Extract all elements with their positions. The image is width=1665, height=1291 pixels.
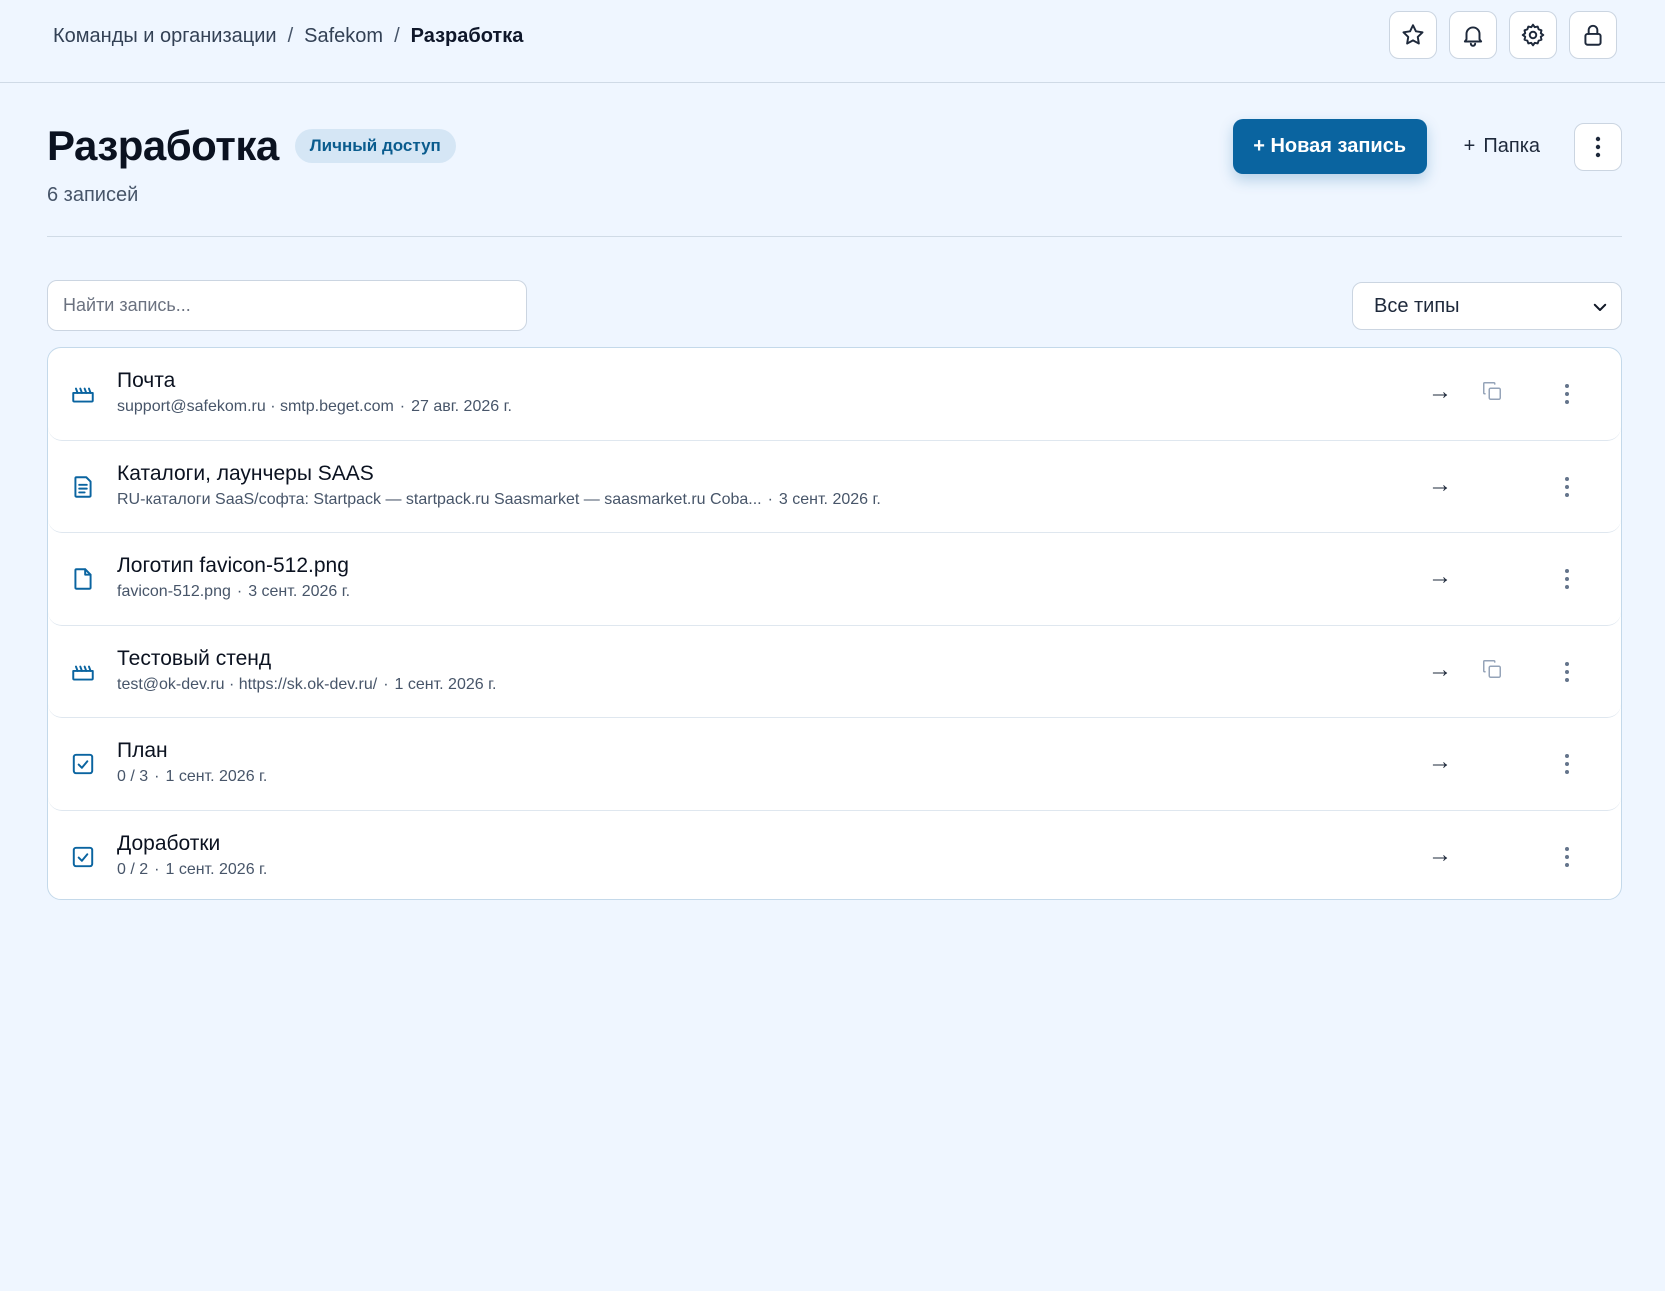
new-folder-button[interactable]: + Папка [1450,119,1554,174]
top-icon-group [1389,11,1617,59]
record-date: 27 авг. 2026 г. [411,398,512,415]
record-row[interactable]: Каталоги, лаунчеры SAAS RU-каталоги SaaS/… [48,441,1621,533]
record-menu-button[interactable] [1555,380,1579,408]
checklist-icon [70,844,96,870]
meta-separator: · [767,490,773,508]
record-subtitle: RU-каталоги SaaS/софта: Startpack — star… [117,490,762,508]
record-date: 1 сент. 2026 г. [165,768,268,785]
new-record-button[interactable]: + Новая запись [1232,119,1427,174]
open-record-button[interactable]: → [1428,378,1452,406]
type-filter-select[interactable]: Все типы [1352,282,1622,330]
kebab-icon [1565,846,1569,867]
breadcrumb-separator: / [287,24,294,47]
meta-separator: · [154,768,160,785]
settings-button[interactable] [1509,11,1557,59]
open-record-button[interactable]: → [1428,563,1452,591]
record-title[interactable]: Доработки [117,832,220,856]
record-title[interactable]: Каталоги, лаунчеры SAAS [117,462,374,486]
record-date: 3 сент. 2026 г. [248,583,351,600]
meta-separator: · [383,675,389,693]
breadcrumb-safekom-link[interactable]: Safekom [304,25,383,48]
login-icon [70,381,96,407]
record-menu-button[interactable] [1555,750,1579,778]
open-record-button[interactable]: → [1428,841,1452,869]
note-icon [70,474,96,500]
record-subtitle: 0 / 3 [117,768,149,785]
lock-button[interactable] [1569,11,1617,59]
record-menu-button[interactable] [1555,843,1579,871]
access-badge: Личный доступ [294,129,456,163]
record-subtitle: test@ok-dev.ru · https://sk.ok-dev.ru/ [117,675,378,693]
favorite-button[interactable] [1389,11,1437,59]
record-meta: support@safekom.ru · smtp.beget.com · 27 а… [117,398,512,416]
copy-button[interactable] [1481,658,1503,680]
record-row[interactable]: Доработки 0 / 2 · 1 сент. 2026 г. → [48,811,1621,900]
record-meta: 0 / 3 · 1 сент. 2026 г. [117,768,267,786]
record-menu-button[interactable] [1555,565,1579,593]
record-date: 3 сент. 2026 г. [778,490,881,508]
record-meta: RU-каталоги SaaS/софта: Startpack — star… [117,491,881,509]
checklist-icon [70,751,96,777]
record-date: 1 сент. 2026 г. [165,860,268,878]
notifications-button[interactable] [1449,11,1497,59]
breadcrumb-separator: / [394,24,400,47]
record-title[interactable]: Почта [117,369,175,393]
record-row[interactable]: Логотип favicon-512.png favicon-512.png · 3… [48,533,1621,626]
top-bar: Команды и организации / Safekom / Разраб… [0,0,1665,83]
record-subtitle: 0 / 2 [117,860,149,878]
kebab-icon [1565,754,1569,774]
new-folder-label: Папка [1483,135,1540,157]
open-record-button[interactable]: → [1428,656,1452,684]
record-meta: favicon-512.png · 3 сент. 2026 г. [117,583,350,601]
kebab-icon [1565,476,1569,497]
record-row[interactable]: Почта support@safekom.ru · smtp.beget.com… [48,348,1621,441]
breadcrumb: Команды и организации / Safekom / Разраб… [53,22,523,50]
record-menu-button[interactable] [1555,473,1579,501]
lock-icon [1584,24,1602,46]
records-list: Почта support@safekom.ru · smtp.beget.com… [47,347,1622,900]
meta-separator: · [236,583,243,600]
plus-icon: + [1463,135,1476,157]
open-record-button[interactable]: → [1428,471,1452,499]
star-icon [1402,24,1424,45]
record-meta: 0 / 2 · 1 сент. 2026 г. [117,861,267,879]
kebab-icon [1565,569,1569,589]
header-actions: + Новая запись + Папка [1232,119,1622,174]
search-input[interactable] [47,280,527,331]
bell-icon [1463,26,1483,47]
record-menu-button[interactable] [1555,658,1579,686]
record-subtitle: support@safekom.ru · smtp.beget.com [117,398,394,415]
record-date: 1 сент. 2026 г. [394,675,497,693]
gear-icon [1521,23,1545,47]
record-subtitle: favicon-512.png [117,583,231,600]
record-title[interactable]: План [117,739,168,763]
copy-icon [1483,382,1501,400]
record-count: 6 записей [47,184,139,206]
file-icon [70,566,96,592]
kebab-icon [1565,661,1569,682]
kebab-icon [1595,136,1601,157]
open-record-button[interactable]: → [1428,748,1452,776]
page-title: Разработка [47,122,279,169]
copy-icon [1483,659,1501,678]
record-title[interactable]: Тестовый стенд [117,647,271,671]
meta-separator: · [154,860,160,878]
page-header: Разработка Личный доступ 6 записей + Нов… [47,118,1622,238]
record-row[interactable]: План 0 / 3 · 1 сент. 2026 г. → [48,718,1621,811]
login-icon [70,659,96,685]
breadcrumb-teams-link[interactable]: Команды и организации [53,25,277,48]
kebab-icon [1565,384,1569,404]
record-row[interactable]: Тестовый стенд test@ok-dev.ru · https://s… [48,626,1621,718]
copy-button[interactable] [1481,380,1503,402]
header-divider [47,236,1622,237]
chevron-down-icon [1593,303,1607,311]
record-meta: test@ok-dev.ru · https://sk.ok-dev.ru/ · 1… [117,676,496,694]
meta-separator: · [399,398,406,415]
more-actions-button[interactable] [1574,122,1622,171]
type-filter-value: Все типы [1374,294,1460,317]
record-title[interactable]: Логотип favicon-512.png [117,554,349,578]
breadcrumb-current: Разработка [410,24,524,47]
